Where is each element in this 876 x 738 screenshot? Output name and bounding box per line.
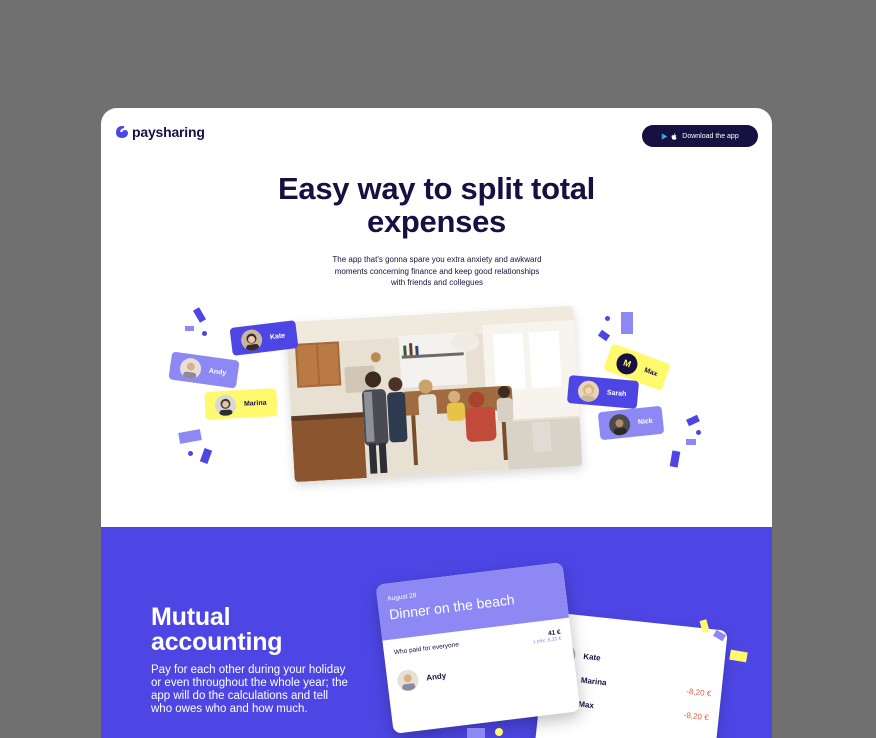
hero-subtitle: The app that's gonna spare you extra anx… (307, 254, 567, 289)
landing-card: paysharing Download the app Easy way to … (101, 108, 772, 738)
logo[interactable]: paysharing (115, 124, 205, 140)
user-tag-andy: Andy (168, 351, 240, 389)
friends-kitchen-illustration (285, 305, 583, 483)
debtor-name: Kate (582, 651, 602, 663)
confetti (199, 448, 213, 464)
hero-photo (285, 305, 583, 483)
confetti (597, 329, 611, 342)
avatar: M (613, 349, 641, 377)
user-tag-label: Nick (637, 417, 654, 426)
avatar (577, 379, 600, 403)
brand-name: paysharing (132, 124, 205, 140)
user-tag-label: Marina (243, 399, 267, 408)
avatar (178, 356, 203, 380)
payer-name: Andy (425, 671, 447, 683)
debt-amount: -8,20 € (685, 686, 712, 698)
confetti (188, 451, 193, 456)
avatar (396, 668, 420, 692)
mutual-title-line-2: accounting (151, 628, 283, 656)
user-tag-sarah: Sarah (566, 375, 640, 409)
confetti (686, 414, 700, 427)
debtor-name: Marina (580, 675, 608, 687)
confetti (729, 649, 748, 663)
andy-avatar-icon (183, 362, 197, 380)
confetti (467, 728, 485, 738)
mutual-title-line-1: Mutual (151, 603, 231, 631)
andy-avatar-icon (402, 674, 416, 692)
hero-title-line-2: expenses (367, 204, 506, 239)
user-tag-marina: Marina (204, 388, 278, 420)
hero-title-line-1: Easy way to split total (278, 171, 595, 206)
avatar (239, 327, 264, 352)
google-play-icon (662, 132, 668, 140)
confetti (696, 430, 701, 435)
confetti (178, 429, 202, 444)
hero-subtitle-line-1: The app that's gonna spare you extra anx… (332, 255, 542, 264)
confetti (192, 307, 207, 323)
mutual-description: Pay for each other during your holiday o… (151, 664, 348, 715)
sarah-avatar-icon (581, 383, 595, 402)
debtor-name: Max (577, 699, 595, 710)
marina-avatar-icon (219, 398, 233, 416)
download-app-button[interactable]: Download the app (642, 125, 758, 147)
debt-amount: -8,20 € (683, 710, 710, 722)
confetti (495, 728, 503, 736)
hero-title: Easy way to split total expenses (101, 172, 772, 238)
avatar (214, 393, 237, 416)
hero-subtitle-line-3: with friends and collegues (390, 278, 484, 287)
user-tag-label: Andy (208, 367, 227, 377)
hero-subtitle-line-2: moments concerning finance and keep good… (334, 266, 540, 276)
confetti (202, 331, 207, 336)
logo-mark-icon (116, 126, 128, 138)
download-app-label: Download the app (682, 132, 739, 140)
kate-avatar-icon (246, 333, 259, 351)
confetti (669, 450, 681, 468)
mutual-accounting-section: Mutual accounting Pay for each other dur… (101, 527, 772, 738)
mutual-title: Mutual accounting (151, 603, 283, 656)
user-tag-label: Kate (269, 331, 286, 341)
nick-avatar-icon (613, 418, 627, 436)
user-tag-nick: Nick (597, 405, 665, 441)
user-tag-label: Sarah (606, 388, 627, 398)
avatar (608, 412, 632, 436)
apple-icon (671, 132, 677, 140)
confetti (686, 439, 696, 445)
confetti (605, 316, 610, 321)
confetti (621, 312, 633, 334)
confetti (185, 326, 194, 331)
expense-card: August 28 Dinner on the beach Who paid f… (375, 562, 581, 734)
user-tag-label: Max (643, 366, 659, 378)
